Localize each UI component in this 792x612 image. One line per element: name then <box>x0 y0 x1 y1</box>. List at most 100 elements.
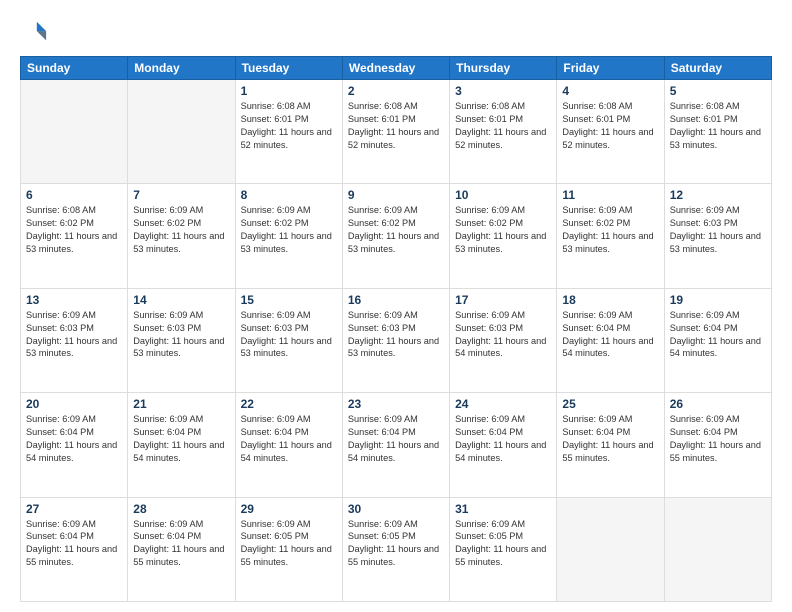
cell-info: Sunrise: 6:09 AM Sunset: 6:05 PM Dayligh… <box>455 518 551 570</box>
day-number: 4 <box>562 84 658 98</box>
calendar-cell: 26Sunrise: 6:09 AM Sunset: 6:04 PM Dayli… <box>664 393 771 497</box>
calendar-cell <box>128 80 235 184</box>
calendar-cell: 22 Sunrise: 6:09 AM Sunset: 6:04 PM Dayli… <box>235 393 342 497</box>
cell-info: Sunrise: 6:09 AM Sunset: 6:03 PM Dayligh… <box>455 309 551 361</box>
cell-info: Sunrise: 6:09 AM Sunset: 6:04 PM Dayligh… <box>26 413 122 465</box>
calendar-cell <box>557 497 664 601</box>
calendar-cell <box>21 80 128 184</box>
day-number: 25 <box>562 397 658 411</box>
cell-info: Sunrise: 6:08 AM Sunset: 6:01 PM Dayligh… <box>348 100 444 152</box>
cell-info: Sunrise: 6:09 AM Sunset: 6:02 PM Dayligh… <box>562 204 658 256</box>
calendar-week-row: 1 Sunrise: 6:08 AM Sunset: 6:01 PM Daylig… <box>21 80 772 184</box>
cell-info: Sunrise: 6:09 AM Sunset: 6:03 PM Dayligh… <box>348 309 444 361</box>
calendar-cell: 13 Sunrise: 6:09 AM Sunset: 6:03 PM Dayli… <box>21 288 128 392</box>
day-number: 11 <box>562 188 658 202</box>
cell-info: Sunrise: 6:09 AM Sunset: 6:04 PM Dayligh… <box>670 309 766 361</box>
logo-icon <box>20 18 48 46</box>
cell-info: Sunrise: 6:09 AM Sunset: 6:04 PM Dayligh… <box>26 518 122 570</box>
cell-info: Sunrise: 6:09 AM Sunset: 6:05 PM Dayligh… <box>348 518 444 570</box>
weekday-header-monday: Monday <box>128 57 235 80</box>
calendar-cell: 28 Sunrise: 6:09 AM Sunset: 6:04 PM Dayli… <box>128 497 235 601</box>
day-number: 14 <box>133 293 229 307</box>
cell-info: Sunrise: 6:09 AM Sunset: 6:04 PM Dayligh… <box>133 413 229 465</box>
day-number: 26 <box>670 397 766 411</box>
day-number: 28 <box>133 502 229 516</box>
cell-info: Sunrise: 6:09 AM Sunset: 6:05 PM Dayligh… <box>241 518 337 570</box>
calendar-cell: 30 Sunrise: 6:09 AM Sunset: 6:05 PM Dayli… <box>342 497 449 601</box>
weekday-header-saturday: Saturday <box>664 57 771 80</box>
day-number: 19 <box>670 293 766 307</box>
day-number: 24 <box>455 397 551 411</box>
calendar-cell: 19 Sunrise: 6:09 AM Sunset: 6:04 PM Dayli… <box>664 288 771 392</box>
day-number: 18 <box>562 293 658 307</box>
day-number: 12 <box>670 188 766 202</box>
calendar-cell: 16 Sunrise: 6:09 AM Sunset: 6:03 PM Dayli… <box>342 288 449 392</box>
calendar-cell: 1 Sunrise: 6:08 AM Sunset: 6:01 PM Daylig… <box>235 80 342 184</box>
cell-info: Sunrise: 6:09 AM Sunset: 6:04 PM Dayligh… <box>133 518 229 570</box>
cell-info: Sunrise: 6:09 AM Sunset: 6:03 PM Dayligh… <box>241 309 337 361</box>
day-number: 6 <box>26 188 122 202</box>
calendar-week-row: 13 Sunrise: 6:09 AM Sunset: 6:03 PM Dayli… <box>21 288 772 392</box>
calendar-cell <box>664 497 771 601</box>
day-number: 22 <box>241 397 337 411</box>
weekday-header-friday: Friday <box>557 57 664 80</box>
calendar-cell: 15 Sunrise: 6:09 AM Sunset: 6:03 PM Dayli… <box>235 288 342 392</box>
calendar-cell: 23Sunrise: 6:09 AM Sunset: 6:04 PM Dayli… <box>342 393 449 497</box>
cell-info: Sunrise: 6:09 AM Sunset: 6:03 PM Dayligh… <box>26 309 122 361</box>
cell-info: Sunrise: 6:09 AM Sunset: 6:04 PM Dayligh… <box>241 413 337 465</box>
cell-info: Sunrise: 6:09 AM Sunset: 6:04 PM Dayligh… <box>455 413 551 465</box>
calendar-cell: 24 Sunrise: 6:09 AM Sunset: 6:04 PM Dayli… <box>450 393 557 497</box>
calendar-week-row: 27 Sunrise: 6:09 AM Sunset: 6:04 PM Dayli… <box>21 497 772 601</box>
calendar-cell: 25 Sunrise: 6:09 AM Sunset: 6:04 PM Dayli… <box>557 393 664 497</box>
weekday-header-row: SundayMondayTuesdayWednesdayThursdayFrid… <box>21 57 772 80</box>
calendar-week-row: 20 Sunrise: 6:09 AM Sunset: 6:04 PM Dayli… <box>21 393 772 497</box>
day-number: 8 <box>241 188 337 202</box>
calendar-cell: 5Sunrise: 6:08 AM Sunset: 6:01 PM Daylig… <box>664 80 771 184</box>
calendar-cell: 11 Sunrise: 6:09 AM Sunset: 6:02 PM Dayli… <box>557 184 664 288</box>
page: SundayMondayTuesdayWednesdayThursdayFrid… <box>0 0 792 612</box>
calendar-cell: 9Sunrise: 6:09 AM Sunset: 6:02 PM Daylig… <box>342 184 449 288</box>
cell-info: Sunrise: 6:09 AM Sunset: 6:04 PM Dayligh… <box>562 413 658 465</box>
calendar-cell: 18 Sunrise: 6:09 AM Sunset: 6:04 PM Dayli… <box>557 288 664 392</box>
day-number: 30 <box>348 502 444 516</box>
weekday-header-tuesday: Tuesday <box>235 57 342 80</box>
calendar-cell: 14 Sunrise: 6:09 AM Sunset: 6:03 PM Dayli… <box>128 288 235 392</box>
cell-info: Sunrise: 6:08 AM Sunset: 6:01 PM Dayligh… <box>241 100 337 152</box>
cell-info: Sunrise: 6:08 AM Sunset: 6:02 PM Dayligh… <box>26 204 122 256</box>
day-number: 3 <box>455 84 551 98</box>
calendar-cell: 27 Sunrise: 6:09 AM Sunset: 6:04 PM Dayli… <box>21 497 128 601</box>
calendar-cell: 3 Sunrise: 6:08 AM Sunset: 6:01 PM Daylig… <box>450 80 557 184</box>
cell-info: Sunrise: 6:09 AM Sunset: 6:02 PM Dayligh… <box>133 204 229 256</box>
cell-info: Sunrise: 6:09 AM Sunset: 6:03 PM Dayligh… <box>133 309 229 361</box>
cell-info: Sunrise: 6:09 AM Sunset: 6:02 PM Dayligh… <box>455 204 551 256</box>
cell-info: Sunrise: 6:09 AM Sunset: 6:04 PM Dayligh… <box>348 413 444 465</box>
calendar-cell: 6 Sunrise: 6:08 AM Sunset: 6:02 PM Daylig… <box>21 184 128 288</box>
calendar-cell: 21 Sunrise: 6:09 AM Sunset: 6:04 PM Dayli… <box>128 393 235 497</box>
calendar-table: SundayMondayTuesdayWednesdayThursdayFrid… <box>20 56 772 602</box>
weekday-header-wednesday: Wednesday <box>342 57 449 80</box>
calendar-cell: 10 Sunrise: 6:09 AM Sunset: 6:02 PM Dayli… <box>450 184 557 288</box>
day-number: 17 <box>455 293 551 307</box>
day-number: 13 <box>26 293 122 307</box>
day-number: 15 <box>241 293 337 307</box>
day-number: 10 <box>455 188 551 202</box>
calendar-cell: 31Sunrise: 6:09 AM Sunset: 6:05 PM Dayli… <box>450 497 557 601</box>
calendar-cell: 2Sunrise: 6:08 AM Sunset: 6:01 PM Daylig… <box>342 80 449 184</box>
cell-info: Sunrise: 6:09 AM Sunset: 6:02 PM Dayligh… <box>348 204 444 256</box>
day-number: 21 <box>133 397 229 411</box>
cell-info: Sunrise: 6:08 AM Sunset: 6:01 PM Dayligh… <box>670 100 766 152</box>
calendar-week-row: 6 Sunrise: 6:08 AM Sunset: 6:02 PM Daylig… <box>21 184 772 288</box>
day-number: 27 <box>26 502 122 516</box>
calendar-cell: 17 Sunrise: 6:09 AM Sunset: 6:03 PM Dayli… <box>450 288 557 392</box>
logo <box>20 18 52 46</box>
day-number: 20 <box>26 397 122 411</box>
day-number: 1 <box>241 84 337 98</box>
cell-info: Sunrise: 6:09 AM Sunset: 6:04 PM Dayligh… <box>562 309 658 361</box>
weekday-header-thursday: Thursday <box>450 57 557 80</box>
cell-info: Sunrise: 6:08 AM Sunset: 6:01 PM Dayligh… <box>455 100 551 152</box>
calendar-cell: 4 Sunrise: 6:08 AM Sunset: 6:01 PM Daylig… <box>557 80 664 184</box>
cell-info: Sunrise: 6:08 AM Sunset: 6:01 PM Dayligh… <box>562 100 658 152</box>
day-number: 16 <box>348 293 444 307</box>
cell-info: Sunrise: 6:09 AM Sunset: 6:03 PM Dayligh… <box>670 204 766 256</box>
day-number: 7 <box>133 188 229 202</box>
